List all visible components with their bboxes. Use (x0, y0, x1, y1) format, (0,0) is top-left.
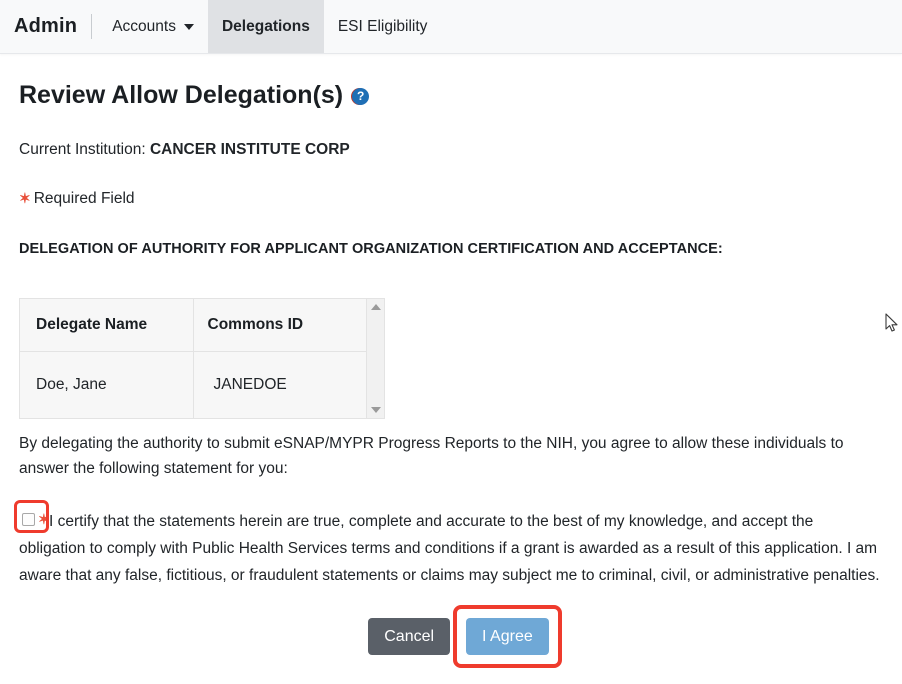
cell-commons-id: JANEDOE (193, 352, 367, 419)
current-institution-value: CANCER INSTITUTE CORP (150, 141, 350, 158)
column-header-commons-id: Commons ID (193, 299, 367, 352)
required-asterisk-icon: ✶ (38, 511, 50, 528)
top-navbar: Admin Accounts Delegations ESI Eligibili… (0, 0, 902, 54)
delegates-table-head: Delegate Name Commons ID (20, 299, 367, 352)
scroll-up-arrow-icon[interactable] (371, 304, 381, 310)
cancel-button[interactable]: Cancel (368, 618, 450, 655)
current-institution-label: Current Institution: (19, 141, 146, 158)
table-header-row: Delegate Name Commons ID (20, 299, 367, 352)
nav-item-accounts[interactable]: Accounts (98, 0, 208, 53)
certification-control-group: ✶ (22, 511, 53, 528)
scroll-down-arrow-icon[interactable] (371, 407, 381, 413)
delegation-intro-paragraph: By delegating the authority to submit eS… (19, 431, 882, 481)
delegates-table: Delegate Name Commons ID Doe, Jane JANED… (19, 298, 367, 419)
i-agree-button[interactable]: I Agree (466, 618, 549, 655)
required-asterisk-icon: ✶ (19, 190, 31, 206)
page-title: Review Allow Delegation(s) ? (19, 80, 882, 110)
agree-button-wrapper: I Agree (466, 618, 549, 655)
certification-statement: I certify that the statements herein are… (19, 508, 882, 589)
table-row: Doe, Jane JANEDOE (20, 352, 367, 419)
form-button-row: Cancel I Agree (19, 618, 882, 655)
delegates-table-container: Delegate Name Commons ID Doe, Jane JANED… (19, 298, 385, 419)
required-field-note: ✶Required Field (19, 190, 882, 208)
table-vertical-scrollbar[interactable] (367, 298, 385, 419)
required-field-label: Required Field (34, 190, 135, 207)
certification-block: ✶ I certify that the statements herein a… (19, 508, 882, 589)
nav-item-accounts-label: Accounts (112, 18, 176, 36)
page-content: Review Allow Delegation(s) ? Current Ins… (0, 54, 902, 655)
brand-admin: Admin (10, 0, 91, 53)
nav-item-esi-eligibility-label: ESI Eligibility (338, 18, 428, 36)
current-institution: Current Institution: CANCER INSTITUTE CO… (19, 141, 882, 159)
delegates-table-body: Doe, Jane JANEDOE (20, 352, 367, 419)
section-heading: DELEGATION OF AUTHORITY FOR APPLICANT OR… (19, 241, 882, 257)
help-circle-icon[interactable]: ? (352, 88, 369, 105)
chevron-down-icon (184, 24, 194, 30)
nav-item-delegations[interactable]: Delegations (208, 0, 324, 53)
certify-checkbox[interactable] (22, 513, 35, 526)
brand-divider (91, 14, 92, 39)
nav-item-delegations-label: Delegations (222, 18, 310, 36)
cell-delegate-name: Doe, Jane (20, 352, 194, 419)
column-header-delegate-name: Delegate Name (20, 299, 194, 352)
nav-item-esi-eligibility[interactable]: ESI Eligibility (324, 0, 442, 53)
page-title-text: Review Allow Delegation(s) (19, 80, 343, 110)
